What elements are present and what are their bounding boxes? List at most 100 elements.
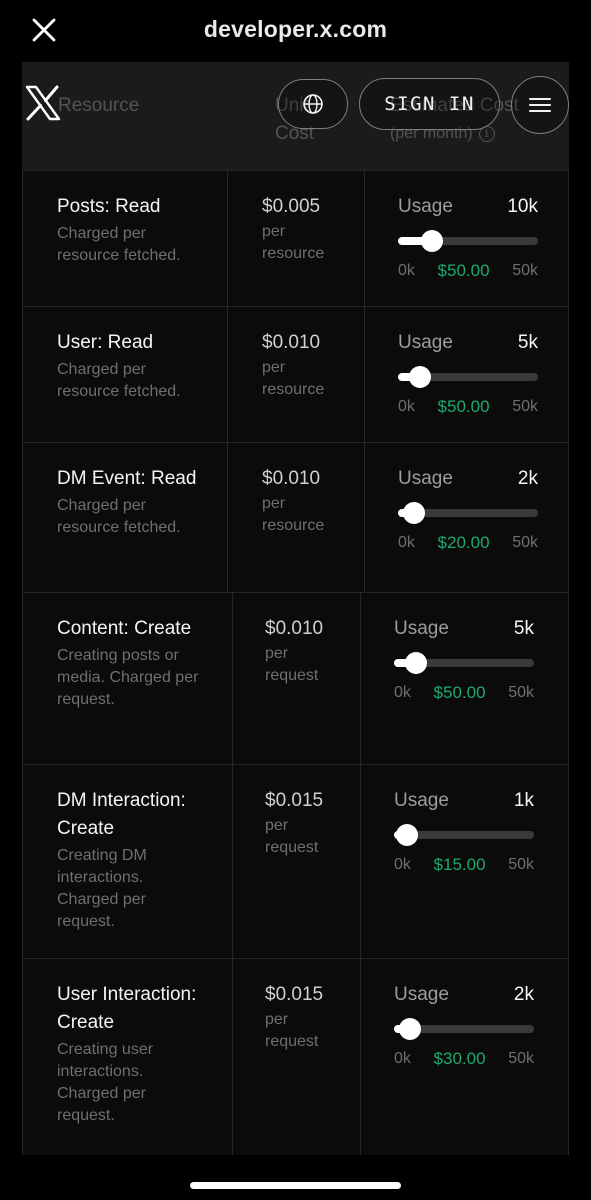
usage-slider[interactable] xyxy=(394,1018,534,1040)
estimate-cell: Usage 2k 0k $20.00 50k xyxy=(398,465,538,554)
column-divider xyxy=(364,307,365,442)
range-max: 50k xyxy=(512,262,538,279)
range-max: 50k xyxy=(508,684,534,701)
resource-name: Posts: Read xyxy=(57,196,161,217)
usage-label: Usage xyxy=(394,984,449,1005)
resource-cell: DM Event: Read Charged per resource fetc… xyxy=(57,465,207,539)
unit-price: $0.010 xyxy=(262,468,321,489)
unit-per: per request xyxy=(265,817,319,856)
unit-per: per request xyxy=(265,1011,319,1050)
globe-icon xyxy=(303,94,323,114)
column-divider xyxy=(232,959,233,1155)
slider-thumb[interactable] xyxy=(402,502,425,524)
column-divider xyxy=(227,443,228,592)
column-divider xyxy=(364,443,365,592)
estimate-cell: Usage 2k 0k $30.00 50k xyxy=(394,981,534,1070)
resource-cell: Posts: Read Charged per resource fetched… xyxy=(57,193,207,267)
unit-price: $0.010 xyxy=(265,618,324,639)
table-row: User: Read Charged per resource fetched.… xyxy=(22,306,569,442)
column-divider xyxy=(227,171,228,306)
sign-in-button[interactable]: SIGN IN xyxy=(359,78,500,130)
range-min: 0k xyxy=(398,262,415,279)
menu-button[interactable] xyxy=(511,76,569,134)
column-divider xyxy=(364,171,365,306)
unit-cost-cell: $0.010 per resource xyxy=(262,465,362,537)
range-max: 50k xyxy=(508,856,534,873)
column-divider xyxy=(232,593,233,764)
slider-thumb[interactable] xyxy=(409,366,432,388)
pricing-table: Resource Unit Cost Estimated Cost (per m… xyxy=(22,62,569,1155)
usage-slider[interactable] xyxy=(394,824,534,846)
usage-slider[interactable] xyxy=(394,652,534,674)
unit-per: per resource xyxy=(262,359,325,398)
resource-description: Charged per resource fetched. xyxy=(57,225,181,264)
usage-label: Usage xyxy=(398,196,453,217)
unit-price: $0.015 xyxy=(265,790,324,811)
unit-cost-cell: $0.005 per resource xyxy=(262,193,362,265)
unit-cost-cell: $0.015 per request xyxy=(265,787,365,859)
usage-value: 5k xyxy=(517,332,538,353)
unit-price: $0.005 xyxy=(262,196,321,217)
resource-cell: DM Interaction: Create Creating DM inter… xyxy=(57,787,207,933)
bottom-strip xyxy=(0,1155,591,1200)
slider-thumb[interactable] xyxy=(405,652,428,674)
table-row: Posts: Read Charged per resource fetched… xyxy=(22,170,569,306)
usage-value: 5k xyxy=(513,618,534,639)
resource-name: User: Read xyxy=(57,332,154,353)
estimated-cost: $15.00 xyxy=(433,855,486,874)
resource-description: Creating user interactions. Charged per … xyxy=(57,1041,154,1124)
usage-label: Usage xyxy=(398,468,453,489)
estimated-cost: $50.00 xyxy=(433,683,486,702)
usage-label: Usage xyxy=(394,618,449,639)
unit-cost-cell: $0.010 per request xyxy=(265,615,365,687)
language-button[interactable] xyxy=(278,79,348,129)
range-min: 0k xyxy=(398,398,415,415)
unit-per: per resource xyxy=(262,495,325,534)
estimated-cost: $50.00 xyxy=(437,397,490,416)
estimated-cost: $50.00 xyxy=(437,261,490,280)
column-divider xyxy=(232,765,233,958)
usage-slider[interactable] xyxy=(398,230,538,252)
url-text[interactable]: developer.x.com xyxy=(0,16,591,43)
table-row: DM Event: Read Charged per resource fetc… xyxy=(22,442,569,592)
estimate-cell: Usage 10k 0k $50.00 50k xyxy=(398,193,538,282)
resource-name: Content: Create xyxy=(57,618,192,639)
unit-cost-cell: $0.010 per resource xyxy=(262,329,362,401)
usage-label: Usage xyxy=(398,332,453,353)
resource-description: Charged per resource fetched. xyxy=(57,361,181,400)
estimate-cell: Usage 5k 0k $50.00 50k xyxy=(394,615,534,704)
range-min: 0k xyxy=(398,534,415,551)
range-min: 0k xyxy=(394,856,411,873)
slider-thumb[interactable] xyxy=(420,230,443,252)
table-row: User Interaction: Create Creating user i… xyxy=(22,958,569,1155)
browser-bar: developer.x.com xyxy=(0,0,591,62)
usage-slider[interactable] xyxy=(398,366,538,388)
resource-cell: User: Read Charged per resource fetched. xyxy=(57,329,207,403)
range-min: 0k xyxy=(394,1050,411,1067)
table-row: DM Interaction: Create Creating DM inter… xyxy=(22,764,569,958)
x-logo-icon[interactable] xyxy=(24,84,62,122)
resource-cell: Content: Create Creating posts or media.… xyxy=(57,615,207,711)
hamburger-icon xyxy=(529,98,551,112)
slider-thumb[interactable] xyxy=(398,1018,421,1040)
estimate-cell: Usage 1k 0k $15.00 50k xyxy=(394,787,534,876)
unit-cost-cell: $0.015 per request xyxy=(265,981,365,1053)
resource-description: Creating DM interactions. Charged per re… xyxy=(57,847,147,930)
estimate-cell: Usage 5k 0k $50.00 50k xyxy=(398,329,538,418)
unit-price: $0.010 xyxy=(262,332,321,353)
column-divider xyxy=(227,307,228,442)
table-row: Content: Create Creating posts or media.… xyxy=(22,592,569,764)
resource-name: User Interaction: Create xyxy=(57,984,197,1033)
site-header: SIGN IN xyxy=(0,62,591,146)
resource-description: Charged per resource fetched. xyxy=(57,497,181,536)
unit-price: $0.015 xyxy=(265,984,324,1005)
usage-value: 2k xyxy=(513,984,534,1005)
range-max: 50k xyxy=(508,1050,534,1067)
range-min: 0k xyxy=(394,684,411,701)
slider-thumb[interactable] xyxy=(396,824,419,846)
usage-value: 1k xyxy=(513,790,534,811)
home-indicator[interactable] xyxy=(190,1182,401,1189)
usage-value: 10k xyxy=(507,196,538,217)
usage-slider[interactable] xyxy=(398,502,538,524)
estimated-cost: $20.00 xyxy=(437,533,490,552)
